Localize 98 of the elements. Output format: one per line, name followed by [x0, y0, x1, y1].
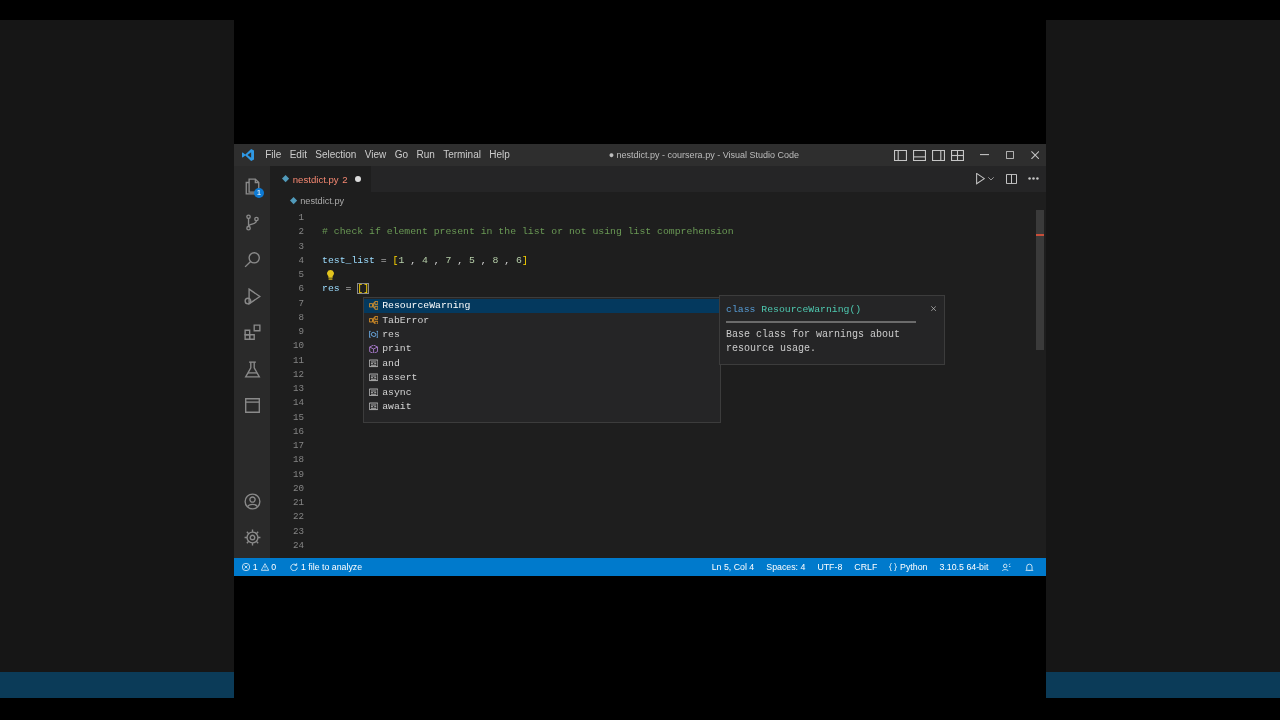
menu-item[interactable]: Run — [412, 148, 439, 162]
file-type-icon — [282, 175, 290, 183]
variable-icon — [369, 330, 379, 339]
line-number: 16 — [292, 425, 304, 437]
split-editor-icon[interactable] — [1006, 174, 1017, 184]
line-number: 7 — [298, 297, 304, 309]
run-debug-icon[interactable] — [243, 287, 261, 305]
status-item[interactable]: Spaces: 4 — [766, 562, 806, 572]
files-icon[interactable] — [243, 177, 261, 195]
line-number: 2 — [298, 226, 304, 238]
minimize-icon[interactable] — [979, 154, 989, 156]
line-number: 1 — [298, 212, 304, 223]
line-number: 24 — [292, 539, 304, 551]
line-number: 3 — [298, 240, 304, 252]
status-item[interactable]: CRLF — [854, 562, 878, 572]
menu-item[interactable]: View — [360, 148, 391, 162]
run-icon[interactable] — [975, 173, 985, 185]
search-icon[interactable] — [243, 251, 261, 268]
line-number: 6 — [298, 283, 304, 295]
menu-item[interactable]: Selection — [311, 148, 361, 162]
source-control-icon[interactable] — [243, 214, 261, 232]
line-number: 4 — [298, 254, 304, 266]
problems-status-item[interactable]: 1 0 — [242, 562, 277, 572]
keyword-icon — [369, 373, 379, 383]
suggestion-item[interactable]: assert — [364, 370, 720, 385]
cube-icon — [369, 344, 379, 354]
sync-icon — [290, 563, 299, 571]
keyword-icon — [369, 387, 379, 397]
description-text: Base class for warnings about resource usage. — [726, 327, 902, 356]
code-line: # check if element present in the list or not using list comprehension — [322, 225, 734, 240]
extensions-icon[interactable] — [243, 324, 261, 342]
feedback-icon[interactable] — [1002, 562, 1012, 572]
line-number: 11 — [292, 354, 304, 366]
line-number: 13 — [292, 383, 304, 394]
line-number: 18 — [292, 454, 304, 466]
line-number: 12 — [292, 368, 304, 380]
class-icon — [369, 301, 379, 311]
error-icon — [242, 563, 250, 571]
suggestion-item[interactable]: await — [364, 399, 720, 414]
maximize-icon[interactable] — [1005, 151, 1014, 159]
editor-tab[interactable]: nestdict.py 2 — [270, 166, 372, 192]
error-marker — [1036, 234, 1044, 237]
line-number: 5 — [298, 269, 304, 280]
scrollbar-thumb[interactable] — [1036, 210, 1044, 350]
settings-icon[interactable] — [243, 529, 261, 547]
menu-item[interactable]: Help — [485, 148, 515, 162]
bell-icon[interactable] — [1025, 562, 1034, 572]
left-panel-layout-icon[interactable] — [893, 149, 907, 161]
code-line: res = [] — [322, 282, 370, 297]
line-number: 20 — [292, 482, 304, 494]
keyword-icon — [369, 359, 379, 368]
file-type-icon — [290, 197, 298, 205]
status-item[interactable]: 3.10.5 64-bit — [939, 562, 989, 572]
more-actions-icon[interactable] — [1028, 177, 1039, 181]
status-item[interactable]: UTF-8 — [817, 562, 843, 572]
line-number: 23 — [292, 525, 304, 537]
close-icon[interactable] — [930, 306, 936, 312]
menu-item[interactable]: Terminal — [438, 148, 486, 162]
notification-badge: 1 — [254, 188, 264, 198]
suggestion-item[interactable]: res — [364, 327, 720, 342]
suggestion-item[interactable]: async — [364, 384, 720, 400]
code-line: test_list = [1 , 4 , 7 , 5 , 8 , 6] — [322, 253, 528, 268]
line-number: 15 — [292, 411, 304, 423]
signature-text: class ResourceWarning() — [726, 303, 862, 315]
line-number: 8 — [298, 311, 304, 323]
layout-grid-icon[interactable] — [950, 149, 964, 161]
flask-icon[interactable] — [243, 360, 261, 378]
status-item[interactable]: Ln 5, Col 4 — [711, 562, 755, 572]
breadcrumb-item[interactable]: nestdict.py — [300, 196, 345, 206]
class-icon — [369, 315, 379, 325]
line-number: 19 — [292, 468, 304, 480]
suggestion-item[interactable]: ResourceWarning — [364, 298, 720, 313]
menu-item[interactable]: Go — [390, 148, 413, 162]
language-status-item[interactable]: Python — [889, 562, 928, 572]
caret-icon[interactable] — [988, 177, 994, 181]
suggestion-item[interactable]: print — [364, 341, 720, 357]
keyword-icon — [369, 402, 379, 411]
close-icon[interactable] — [1030, 150, 1039, 160]
suggestion-item[interactable]: TabError — [364, 313, 720, 328]
window-title: ● nestdict.py - coursera.py - Visual Studio Code — [608, 150, 800, 160]
line-number: 17 — [292, 440, 304, 451]
line-number: 9 — [298, 326, 304, 337]
lightbulb-icon[interactable] — [327, 270, 334, 281]
line-number: 14 — [292, 397, 304, 409]
warning-icon — [260, 563, 269, 571]
app-logo-icon — [242, 149, 254, 161]
braces-icon — [889, 563, 898, 571]
line-number: 22 — [292, 511, 304, 523]
menu-item[interactable]: File — [261, 148, 286, 162]
account-icon[interactable] — [243, 492, 261, 510]
line-number: 10 — [292, 340, 304, 352]
suggestion-item[interactable]: and — [364, 356, 720, 371]
analysis-status-item[interactable]: 1 file to analyze — [290, 562, 363, 572]
menu-item[interactable]: Edit — [285, 148, 312, 162]
window-icon[interactable] — [243, 397, 261, 415]
bottom-panel-layout-icon[interactable] — [912, 149, 926, 161]
line-number: 21 — [292, 497, 304, 508]
right-panel-layout-icon[interactable] — [931, 149, 945, 161]
